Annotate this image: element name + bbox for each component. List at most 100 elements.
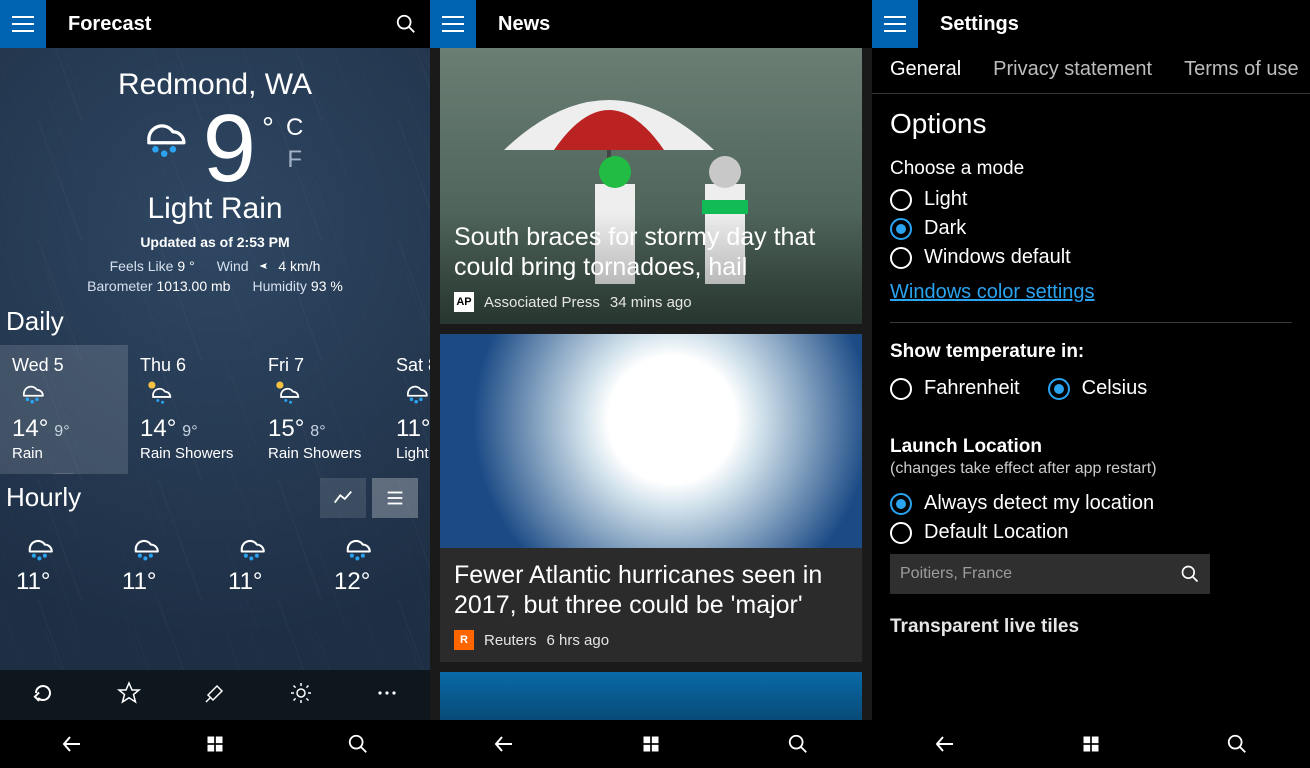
hour-card[interactable]: 11° <box>218 525 324 600</box>
news-app-screen: News <box>430 0 872 768</box>
updated-text: Updated as of 2:53 PM <box>0 234 430 250</box>
location-search-input[interactable]: Poitiers, France <box>890 554 1210 594</box>
radio-default-location[interactable]: Default Location <box>890 521 1292 544</box>
launch-label: Launch Location <box>890 436 1292 458</box>
tab-general[interactable]: General <box>890 58 961 81</box>
hamburger-button[interactable] <box>430 0 476 48</box>
radio-windows-default[interactable]: Windows default <box>890 246 1292 269</box>
tab-privacy[interactable]: Privacy statement <box>993 58 1152 81</box>
list-view-button[interactable] <box>372 478 418 518</box>
hamburger-button[interactable] <box>872 0 918 48</box>
unit-toggle[interactable]: C F <box>286 106 303 174</box>
hour-card[interactable]: 11° <box>6 525 112 600</box>
rain-icon <box>334 529 378 563</box>
more-button[interactable] <box>375 681 399 710</box>
transparent-tiles-label: Transparent live tiles <box>890 616 1292 638</box>
start-button[interactable] <box>150 734 279 754</box>
rain-icon <box>12 376 50 406</box>
degree-symbol: ° <box>262 112 274 146</box>
news-meta: AP Associated Press 34 mins ago <box>454 292 848 312</box>
settings-app-screen: Settings General Privacy statement Terms… <box>872 0 1310 768</box>
hamburger-button[interactable] <box>0 0 46 48</box>
news-headline: Fewer Atlantic hurricanes seen in 2017, … <box>454 560 848 620</box>
wind-arrow-icon <box>258 260 270 272</box>
options-heading: Options <box>890 108 1292 140</box>
search-icon <box>787 733 809 755</box>
radio-celsius[interactable]: Celsius <box>1048 377 1148 400</box>
source-badge: R <box>454 630 474 650</box>
news-source: Associated Press <box>484 294 600 311</box>
condition-text: Light Rain <box>0 192 430 226</box>
sun-icon <box>289 681 313 705</box>
chart-icon <box>332 487 354 509</box>
chart-view-button[interactable] <box>320 478 366 518</box>
start-button[interactable] <box>1025 734 1156 754</box>
news-card[interactable]: South braces for stormy day that could b… <box>440 48 862 324</box>
day-card[interactable]: Sat 8 11° Light R <box>384 345 430 474</box>
rain-showers-icon <box>140 376 178 406</box>
search-button[interactable] <box>382 0 430 48</box>
unit-f[interactable]: F <box>286 146 303 174</box>
news-card[interactable]: Fewer Atlantic hurricanes seen in 2017, … <box>440 334 862 662</box>
day-card[interactable]: Wed 5 14°9° Rain <box>0 345 128 474</box>
list-icon <box>384 487 406 509</box>
news-image <box>440 672 862 720</box>
brightness-button[interactable] <box>289 681 313 710</box>
back-button[interactable] <box>879 732 1010 756</box>
radio-fahrenheit[interactable]: Fahrenheit <box>890 377 1020 400</box>
tab-terms[interactable]: Terms of use <box>1184 58 1298 81</box>
news-body: South braces for stormy day that could b… <box>430 48 872 720</box>
pin-button[interactable] <box>203 681 227 710</box>
temp-label: Show temperature in: <box>890 341 1292 363</box>
mode-label: Choose a mode <box>890 158 1292 180</box>
divider <box>890 322 1292 323</box>
rain-showers-icon <box>268 376 306 406</box>
rain-icon <box>122 529 166 563</box>
radio-dark[interactable]: Dark <box>890 217 1292 240</box>
more-icon <box>375 681 399 705</box>
start-button[interactable] <box>585 734 718 754</box>
back-button[interactable] <box>437 732 570 756</box>
system-navbar <box>872 720 1310 768</box>
appbar: Settings <box>872 0 1310 48</box>
news-image <box>440 334 862 548</box>
launch-note: (changes take effect after app restart) <box>890 460 1292 478</box>
app-title: News <box>498 13 872 36</box>
refresh-button[interactable] <box>31 681 55 710</box>
unit-c[interactable]: C <box>286 114 303 142</box>
color-settings-link[interactable]: Windows color settings <box>890 281 1095 304</box>
back-icon <box>933 732 957 756</box>
daily-label: Daily <box>0 298 430 345</box>
windows-icon <box>1081 734 1101 754</box>
hour-card[interactable]: 12° <box>324 525 430 600</box>
back-button[interactable] <box>7 732 136 756</box>
humidity: Humidity93 % <box>252 278 342 294</box>
refresh-icon <box>31 681 55 705</box>
rain-icon <box>228 529 272 563</box>
search-icon <box>1226 733 1248 755</box>
news-headline: South braces for stormy day that could b… <box>454 222 848 282</box>
search-system-button[interactable] <box>732 733 865 755</box>
day-card[interactable]: Fri 7 15°8° Rain Showers <box>256 345 384 474</box>
day-card[interactable]: Thu 6 14°9° Rain Showers <box>128 345 256 474</box>
search-system-button[interactable] <box>1171 733 1302 755</box>
windows-icon <box>641 734 661 754</box>
system-navbar <box>0 720 430 768</box>
search-icon <box>1180 564 1200 584</box>
settings-body: Options Choose a mode Light Dark Windows… <box>872 94 1310 720</box>
radio-detect-location[interactable]: Always detect my location <box>890 492 1292 515</box>
hourly-view-toggle <box>320 478 418 518</box>
pin-icon <box>203 681 227 705</box>
back-icon <box>60 732 84 756</box>
hourly-row: 11° 11° 11° 12° <box>0 521 430 600</box>
weather-app-screen: Forecast Redmond, WA 9 ° C F Light Rain … <box>0 0 430 768</box>
news-time: 34 mins ago <box>610 294 692 311</box>
hour-card[interactable]: 11° <box>112 525 218 600</box>
search-system-button[interactable] <box>294 733 423 755</box>
news-card[interactable] <box>440 672 862 720</box>
search-icon <box>347 733 369 755</box>
favorite-button[interactable] <box>117 681 141 710</box>
condition-icon <box>127 106 197 162</box>
search-placeholder: Poitiers, France <box>900 565 1012 583</box>
radio-light[interactable]: Light <box>890 188 1292 211</box>
